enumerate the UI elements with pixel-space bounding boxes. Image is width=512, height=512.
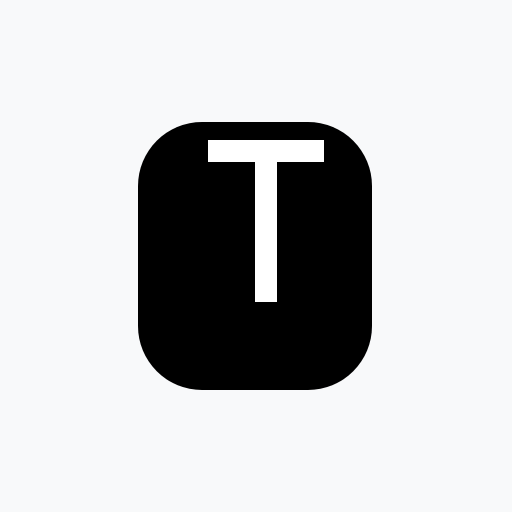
canvas bbox=[0, 0, 512, 512]
t-logo-icon-stem bbox=[255, 140, 277, 302]
